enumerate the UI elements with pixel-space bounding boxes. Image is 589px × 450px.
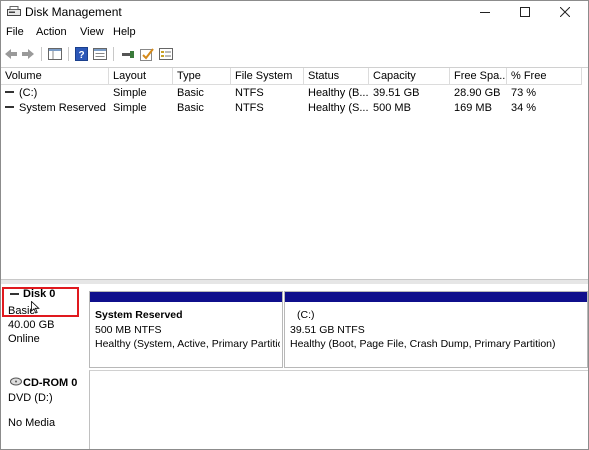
volume-icon bbox=[5, 106, 14, 109]
free-space-cell: 169 MB bbox=[454, 102, 492, 114]
partition-color-bar bbox=[90, 292, 282, 302]
disk-status: No Media bbox=[8, 417, 56, 429]
title-bar: Disk Management bbox=[1, 1, 588, 23]
column-header-free-space[interactable]: Free Spa... bbox=[450, 68, 507, 85]
toolbar-separator bbox=[41, 47, 42, 61]
column-header-volume[interactable]: Volume bbox=[1, 68, 109, 85]
list-icon[interactable] bbox=[158, 46, 174, 62]
console-tree-icon[interactable] bbox=[47, 46, 63, 62]
minimize-button[interactable] bbox=[468, 1, 502, 23]
menu-action[interactable]: Action bbox=[36, 26, 67, 38]
maximize-button[interactable] bbox=[508, 1, 542, 23]
column-header-layout[interactable]: Layout bbox=[109, 68, 173, 85]
back-icon[interactable] bbox=[3, 46, 19, 62]
volume-name: System Reserved bbox=[19, 102, 106, 114]
mouse-cursor-icon bbox=[31, 300, 40, 317]
disk-name: CD-ROM 0 bbox=[23, 377, 78, 389]
properties-icon[interactable] bbox=[92, 46, 108, 62]
disk-size: 40.00 GB bbox=[8, 319, 55, 331]
toolbar-separator bbox=[113, 47, 114, 61]
connect-icon[interactable] bbox=[120, 46, 136, 62]
svg-text:?: ? bbox=[78, 50, 84, 61]
partition-status: Healthy (Boot, Page File, Crash Dump, Pr… bbox=[290, 338, 556, 350]
table-row[interactable]: (C:) Simple Basic NTFS Healthy (B... 39.… bbox=[1, 86, 588, 101]
column-header-percent-free[interactable]: % Free bbox=[507, 68, 582, 85]
file-system-cell: NTFS bbox=[235, 102, 264, 114]
forward-icon[interactable] bbox=[20, 46, 36, 62]
capacity-cell: 500 MB bbox=[373, 102, 411, 114]
file-system-cell: NTFS bbox=[235, 87, 264, 99]
menu-view[interactable]: View bbox=[80, 26, 104, 38]
cdrom-icon bbox=[10, 377, 22, 389]
disk-status: Online bbox=[8, 333, 40, 345]
column-header-file-system[interactable]: File System bbox=[231, 68, 304, 85]
menu-bar: File Action View Help bbox=[1, 24, 588, 42]
partition-system-reserved[interactable]: System Reserved 500 MB NTFS Healthy (Sys… bbox=[89, 291, 283, 368]
percent-free-cell: 73 % bbox=[511, 87, 537, 99]
free-space-cell: 28.90 GB bbox=[454, 87, 501, 99]
volume-list: Volume Layout Type File System Status Ca… bbox=[1, 67, 588, 280]
menu-file[interactable]: File bbox=[6, 26, 24, 38]
partition-status: Healthy (System, Active, Primary Partiti… bbox=[95, 338, 280, 350]
partition-c-drive[interactable]: (C:) 39.51 GB NTFS Healthy (Boot, Page F… bbox=[284, 291, 588, 368]
volume-name: (C:) bbox=[19, 87, 38, 99]
toolbar-separator bbox=[68, 47, 69, 61]
layout-cell: Simple bbox=[113, 87, 147, 99]
disk-0-highlight-box bbox=[2, 287, 79, 317]
disk-type: DVD (D:) bbox=[8, 392, 53, 404]
partition-color-bar bbox=[285, 292, 587, 302]
type-cell: Basic bbox=[177, 102, 204, 114]
partition-name: (C:) bbox=[297, 309, 315, 321]
column-header-capacity[interactable]: Capacity bbox=[369, 68, 450, 85]
partition-name: System Reserved bbox=[95, 309, 183, 321]
toolbar: ? bbox=[1, 43, 588, 65]
window-title: Disk Management bbox=[25, 5, 122, 19]
disk-management-window: Disk Management File Action View Help ? bbox=[0, 0, 589, 450]
close-button[interactable] bbox=[548, 1, 582, 23]
capacity-cell: 39.51 GB bbox=[373, 87, 420, 99]
table-row[interactable]: System Reserved Simple Basic NTFS Health… bbox=[1, 101, 588, 116]
cdrom-media-area[interactable] bbox=[89, 370, 588, 449]
disk-management-app-icon bbox=[7, 6, 21, 17]
volume-icon bbox=[5, 91, 14, 94]
percent-free-cell: 34 % bbox=[511, 102, 537, 114]
column-header-type[interactable]: Type bbox=[173, 68, 231, 85]
menu-help[interactable]: Help bbox=[113, 26, 136, 38]
layout-cell: Simple bbox=[113, 102, 147, 114]
column-header-status[interactable]: Status bbox=[304, 68, 369, 85]
volume-cell: (C:) bbox=[1, 86, 109, 101]
status-cell: Healthy (S... bbox=[308, 102, 369, 114]
partition-detail: 39.51 GB NTFS bbox=[290, 324, 365, 336]
check-icon[interactable] bbox=[139, 46, 155, 62]
status-cell: Healthy (B... bbox=[308, 87, 369, 99]
partition-detail: 500 MB NTFS bbox=[95, 324, 162, 336]
cdrom-0-label[interactable]: CD-ROM 0 DVD (D:) No Media bbox=[1, 370, 89, 449]
type-cell: Basic bbox=[177, 87, 204, 99]
volume-cell: System Reserved bbox=[1, 101, 109, 116]
help-icon[interactable]: ? bbox=[73, 46, 89, 62]
